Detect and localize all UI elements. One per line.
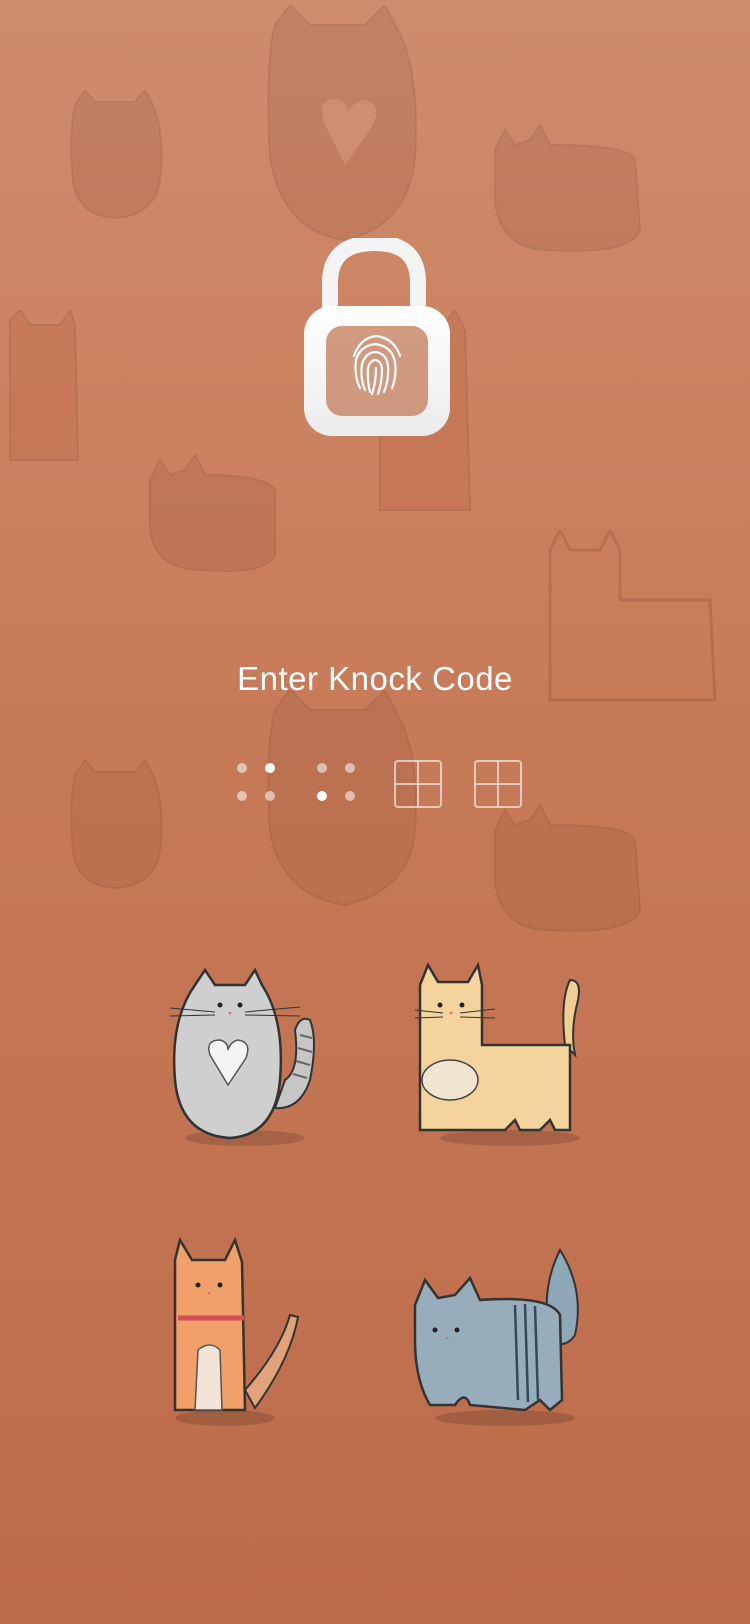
background-cat-icon — [70, 760, 163, 890]
cream-cat-icon — [414, 961, 580, 1146]
background-cat-icon — [149, 453, 276, 572]
background-cat-icon — [9, 310, 80, 461]
background-cat-icon — [494, 123, 642, 252]
dots-entered-icon — [312, 758, 366, 812]
grid-empty-icon — [472, 758, 526, 812]
grid-empty-icon — [392, 758, 446, 812]
gray-cat-icon — [169, 967, 315, 1146]
background-cat-icon — [70, 90, 163, 220]
knock-pad-cream-cat[interactable] — [410, 960, 600, 1150]
padlock-fingerprint-icon — [300, 234, 454, 440]
knock-pad-blue-gray-cat[interactable] — [410, 1240, 600, 1430]
page-title: Enter Knock Code — [237, 660, 513, 697]
knock-code-indicator — [232, 758, 522, 812]
dots-entered-icon — [232, 758, 286, 812]
knock-pad-gray-heart-cat[interactable] — [150, 960, 340, 1150]
orange-cat-icon — [173, 1236, 300, 1426]
knock-pad-orange-cat[interactable] — [150, 1236, 340, 1430]
blue-gray-cat-icon — [413, 1247, 579, 1426]
background-cat-icon — [267, 5, 417, 242]
